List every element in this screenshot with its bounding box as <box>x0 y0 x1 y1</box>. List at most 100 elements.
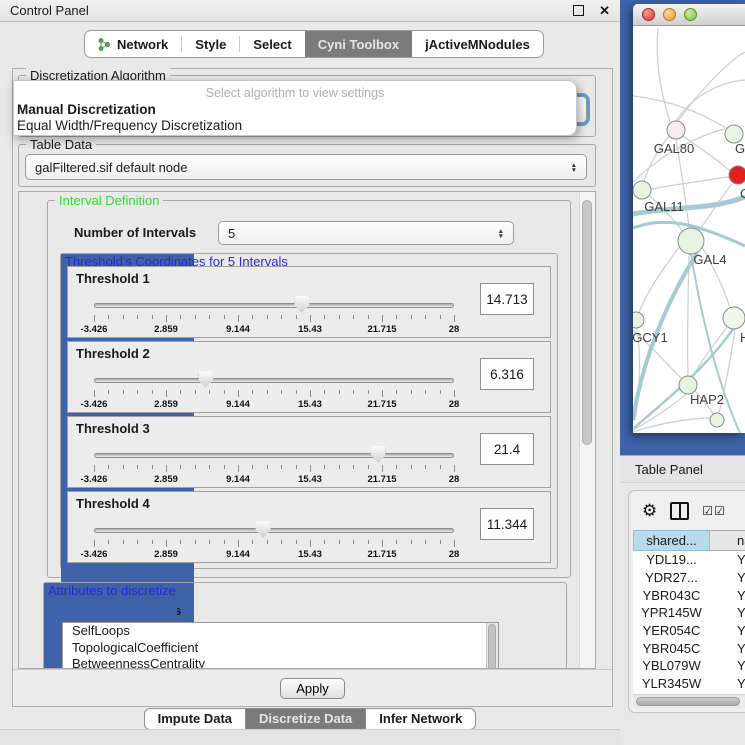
node-gal11[interactable] <box>633 181 651 199</box>
slider-tick-labels: -3.4262.8599.14415.4321.71528 <box>94 324 454 336</box>
threshold-value-field-3[interactable]: 21.4 <box>480 433 534 465</box>
dropdown-item-equal-width[interactable]: Equal Width/Frequency Discretization <box>17 118 576 133</box>
float-window-icon[interactable] <box>573 5 584 16</box>
node-label: GAL11 <box>644 199 684 214</box>
slider-ticks <box>94 465 454 473</box>
interval-definition-group: Interval Definition Number of Intervals … <box>47 200 571 578</box>
numerical-attributes-list[interactable]: SelfLoops TopologicalCoefficient Between… <box>62 622 499 669</box>
table-panel-title: Table Panel <box>635 462 703 477</box>
threshold-slider-3[interactable]: -3.4262.8599.14415.4321.71528 <box>94 441 454 485</box>
table-data-group: Table Data galFiltered.sif default node … <box>18 144 596 187</box>
threshold-value-field-2[interactable]: 6.316 <box>480 358 534 390</box>
slider-thumb[interactable] <box>371 446 386 463</box>
slider-thumb[interactable] <box>198 371 213 388</box>
threshold-slider-4[interactable]: -3.4262.8599.14415.4321.71528 <box>94 516 454 560</box>
select-columns-icon[interactable]: ☑☑ <box>702 504 726 518</box>
threshold-slider-1[interactable]: -3.4262.8599.14415.4321.71528 <box>94 291 454 335</box>
thresholds-group: Threshold's Coordinates for 5 Intervals … <box>60 253 558 569</box>
tab-cyni-label: Cyni Toolbox <box>318 37 399 52</box>
slider-track <box>94 453 454 458</box>
node-label: HAP2 <box>690 392 724 407</box>
tab-network[interactable]: Network <box>85 31 181 57</box>
threshold-panel-1: Threshold 1 -3.4262.8599.14415.4321.7152… <box>67 266 551 338</box>
table-row[interactable]: YLR345WYLR3 <box>633 675 745 693</box>
node-label: C <box>740 186 745 201</box>
algorithm-dropdown-popup: Select algorithm to view settings Manual… <box>13 80 577 136</box>
table-row[interactable]: YBR043CYBR0 <box>633 586 745 604</box>
slider-track <box>94 528 454 533</box>
table-row[interactable]: YER054CYER0 <box>633 622 745 640</box>
list-item[interactable]: TopologicalCoefficient <box>63 640 498 657</box>
tab-style[interactable]: Style <box>182 31 239 57</box>
list-scrollbar[interactable] <box>486 623 498 669</box>
tab-select[interactable]: Select <box>240 31 304 57</box>
tab-jactive-label: jActiveMNodules <box>425 37 530 52</box>
table-row[interactable]: YDL19...YDL1 <box>633 551 745 569</box>
threshold-value-field-1[interactable]: 14.713 <box>480 283 534 315</box>
close-icon[interactable]: ✕ <box>599 3 610 19</box>
tab-infer-network[interactable]: Infer Network <box>366 708 476 730</box>
dropdown-item-manual[interactable]: Manual Discretization <box>17 102 576 117</box>
threshold-slider-2[interactable]: -3.4262.8599.14415.4321.71528 <box>94 366 454 410</box>
minimize-traffic-light[interactable] <box>663 8 676 21</box>
table-header-row: shared... na <box>633 530 745 551</box>
slider-thumb[interactable] <box>294 296 309 313</box>
table-rows: YDL19...YDL1 YDR27...YDR2 YBR043CYBR0 YP… <box>633 551 745 694</box>
tab-discretize-data[interactable]: Discretize Data <box>246 708 366 730</box>
attributes-group: Attributes to discretize Numerical Attri… <box>43 582 567 669</box>
tab-impute-data[interactable]: Impute Data <box>144 708 246 730</box>
right-panel: GAL80 GA C GAL11 GAL4 GCY1 H HAP2 Table … <box>620 0 745 745</box>
table-row[interactable]: YBL079WYBL0 <box>633 657 745 675</box>
cyni-bottom-tabs: Impute Data Discretize Data Infer Networ… <box>0 708 620 730</box>
node-red-selected[interactable] <box>729 166 745 184</box>
columns-icon[interactable] <box>670 502 689 520</box>
table-data-value: galFiltered.sif default node <box>26 160 187 175</box>
node-bottom[interactable] <box>710 413 724 427</box>
threshold-label: Threshold 2 <box>76 346 542 361</box>
screen: Control Panel ✕ Network Style Select Cyn… <box>0 0 745 745</box>
gear-icon[interactable]: ⚙ <box>642 501 657 521</box>
control-panel-titlebar: Control Panel ✕ <box>0 0 620 22</box>
tab-select-label: Select <box>253 37 291 52</box>
table-hscrollbar-thumb[interactable] <box>636 697 740 706</box>
node-h[interactable] <box>723 307 745 329</box>
slider-track <box>94 303 454 308</box>
slider-tick-labels: -3.4262.8599.14415.4321.71528 <box>94 474 454 486</box>
table-row[interactable]: YBR045CYBR0 <box>633 639 745 657</box>
panel-scrollbar-thumb[interactable] <box>582 200 592 445</box>
node-table: shared... na YDL19...YDL1 YDR27...YDR2 Y… <box>633 530 745 712</box>
network-view-window: GAL80 GA C GAL11 GAL4 GCY1 H HAP2 <box>633 4 745 433</box>
threshold-label: Threshold 3 <box>76 421 542 436</box>
zoom-traffic-light[interactable] <box>684 8 697 21</box>
node-label: GCY1 <box>633 330 668 345</box>
table-data-combobox[interactable]: galFiltered.sif default node ▲▼ <box>25 154 587 180</box>
threshold-panel-2: Threshold 2 -3.4262.8599.14415.4321.7152… <box>67 341 551 413</box>
tab-cyni-toolbox[interactable]: Cyni Toolbox <box>305 31 412 57</box>
node-label: GAL80 <box>654 141 694 156</box>
close-traffic-light[interactable] <box>642 8 655 21</box>
apply-row: Apply <box>13 669 612 706</box>
node-gcy1[interactable] <box>633 312 644 328</box>
list-item[interactable]: BetweennessCentrality <box>63 656 498 669</box>
threshold-panel-4: Threshold 4 -3.4262.8599.14415.4321.7152… <box>67 491 551 563</box>
slider-ticks <box>94 540 454 548</box>
table-panel: ⚙ ☑☑ shared... na YDL19...YDL1 YDR27...Y… <box>628 490 745 713</box>
node-gal4[interactable] <box>678 228 704 254</box>
table-row[interactable]: YDR27...YDR2 <box>633 569 745 587</box>
table-row[interactable]: YPR145WYPR1 <box>633 604 745 622</box>
tab-jactivemnodules[interactable]: jActiveMNodules <box>412 31 543 57</box>
apply-button[interactable]: Apply <box>280 678 345 699</box>
mac-titlebar <box>633 4 745 26</box>
threshold-panel-3: Threshold 3 -3.4262.8599.14415.4321.7152… <box>67 416 551 488</box>
node-gal80[interactable] <box>667 121 685 139</box>
column-header-name[interactable]: na <box>710 530 745 551</box>
number-of-intervals-spinner[interactable]: 5 ▲▼ <box>218 221 514 245</box>
threshold-value-field-4[interactable]: 11.344 <box>480 508 534 540</box>
table-horizontal-scrollbar[interactable] <box>633 694 745 708</box>
slider-thumb[interactable] <box>256 521 271 538</box>
panel-scrollbar[interactable] <box>579 192 595 668</box>
group-title: Table Data <box>26 137 96 152</box>
column-header-shared-name[interactable]: shared... <box>633 530 710 551</box>
list-item[interactable]: SelfLoops <box>63 623 498 640</box>
list-scrollbar-thumb[interactable] <box>488 624 496 669</box>
